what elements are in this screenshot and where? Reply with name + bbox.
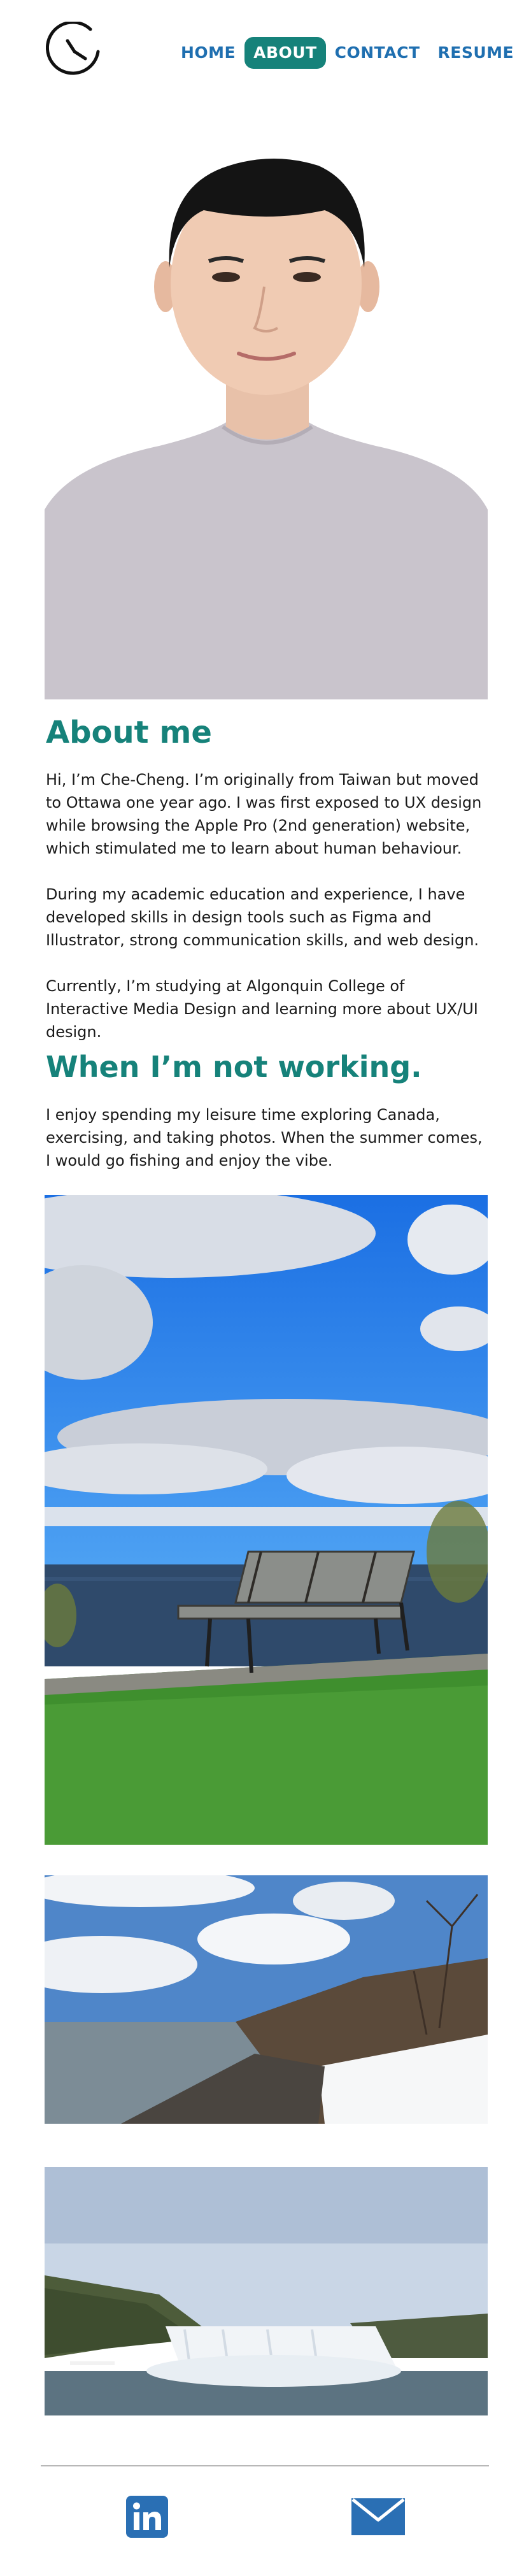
site-header: HOME ABOUT CONTACT RESUME — [0, 0, 531, 102]
about-heading: About me — [46, 715, 212, 750]
about-paragraph-3: Currently, I’m studying at Algonquin Col… — [46, 977, 478, 1041]
footer-divider — [41, 2465, 489, 2466]
nav-resume-link[interactable]: RESUME — [429, 37, 523, 69]
about-paragraph-2: During my academic education and experie… — [46, 885, 479, 949]
leisure-heading: When I’m not working. — [46, 1050, 422, 1084]
nav-home-link[interactable]: HOME — [172, 37, 244, 69]
nav-contact-link[interactable]: CONTACT — [326, 37, 429, 69]
clock-logo-icon[interactable] — [46, 22, 103, 82]
leisure-paragraph: I enjoy spending my leisure time explori… — [46, 1106, 483, 1170]
winter-shore-photo — [45, 1875, 488, 2124]
nav-about-link[interactable]: ABOUT — [244, 37, 326, 69]
waterfall-photo — [45, 2167, 488, 2415]
bench-lake-photo — [45, 1195, 488, 1845]
about-paragraph-1: Hi, I’m Che-Cheng. I’m originally from T… — [46, 771, 482, 857]
mail-icon[interactable] — [351, 2498, 405, 2535]
main-nav: HOME ABOUT CONTACT RESUME — [172, 36, 523, 70]
linkedin-icon[interactable] — [126, 2496, 168, 2538]
portrait-photo — [45, 127, 488, 699]
